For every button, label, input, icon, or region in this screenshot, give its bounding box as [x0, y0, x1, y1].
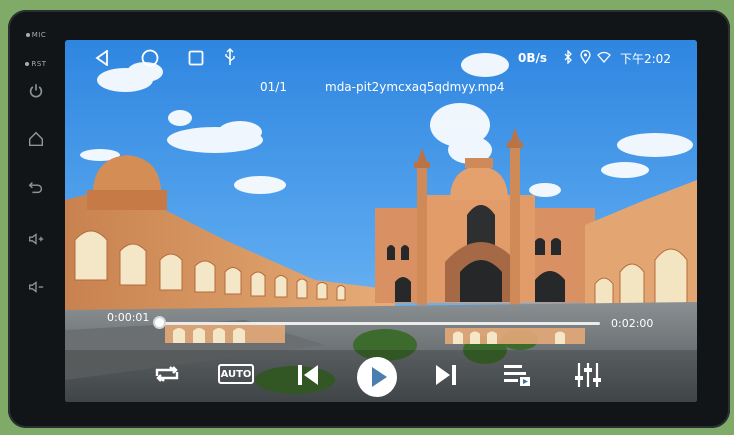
auto-mode-button[interactable]: AUTO — [218, 364, 254, 384]
network-speed: 0B/s — [518, 51, 548, 65]
equalizer-icon[interactable] — [573, 360, 603, 390]
previous-icon[interactable] — [295, 362, 321, 388]
mic-indicator: MIC — [22, 31, 50, 39]
playlist-icon[interactable] — [502, 362, 532, 388]
total-time: 0:02:00 — [611, 317, 654, 330]
home-icon[interactable] — [141, 49, 159, 67]
head-unit-frame: MIC RST 0B/s 下午2:02 01/1 mda-pit2ymcxaq5… — [8, 10, 730, 428]
video-frame — [65, 40, 697, 402]
wifi-icon — [597, 51, 611, 63]
rst-label: RST — [31, 60, 47, 68]
home-hard-button[interactable] — [22, 130, 50, 148]
reset-button[interactable]: RST — [22, 60, 50, 68]
back-arrow-icon — [28, 181, 43, 194]
bluetooth-icon — [564, 50, 572, 64]
next-icon[interactable] — [433, 362, 459, 388]
file-name: mda-pit2ymcxaq5qdmyy.mp4 — [325, 80, 505, 94]
home-icon — [28, 131, 44, 147]
seek-thumb[interactable] — [152, 316, 166, 329]
status-clock: 下午2:02 — [620, 52, 671, 66]
play-icon[interactable] — [355, 355, 399, 399]
back-hard-button[interactable] — [22, 178, 50, 196]
current-time: 0:00:01 — [107, 311, 150, 324]
status-bar: 0B/s 下午2:02 — [65, 40, 697, 70]
recents-icon[interactable] — [188, 50, 204, 66]
volume-up-icon — [29, 233, 44, 245]
mic-label: MIC — [31, 31, 47, 39]
back-icon[interactable] — [95, 50, 109, 66]
seek-bar[interactable] — [152, 316, 600, 329]
volume-up-button[interactable] — [22, 230, 50, 248]
location-icon — [580, 50, 591, 64]
usb-icon — [225, 48, 235, 65]
repeat-icon[interactable] — [151, 360, 183, 388]
auto-label: AUTO — [220, 368, 252, 380]
track-index: 01/1 — [260, 80, 287, 94]
video-player-screen[interactable]: 0B/s 下午2:02 01/1 mda-pit2ymcxaq5qdmyy.mp… — [65, 40, 697, 402]
power-icon — [29, 84, 43, 98]
volume-down-button[interactable] — [22, 278, 50, 296]
power-button[interactable] — [22, 82, 50, 100]
volume-down-icon — [29, 281, 44, 293]
